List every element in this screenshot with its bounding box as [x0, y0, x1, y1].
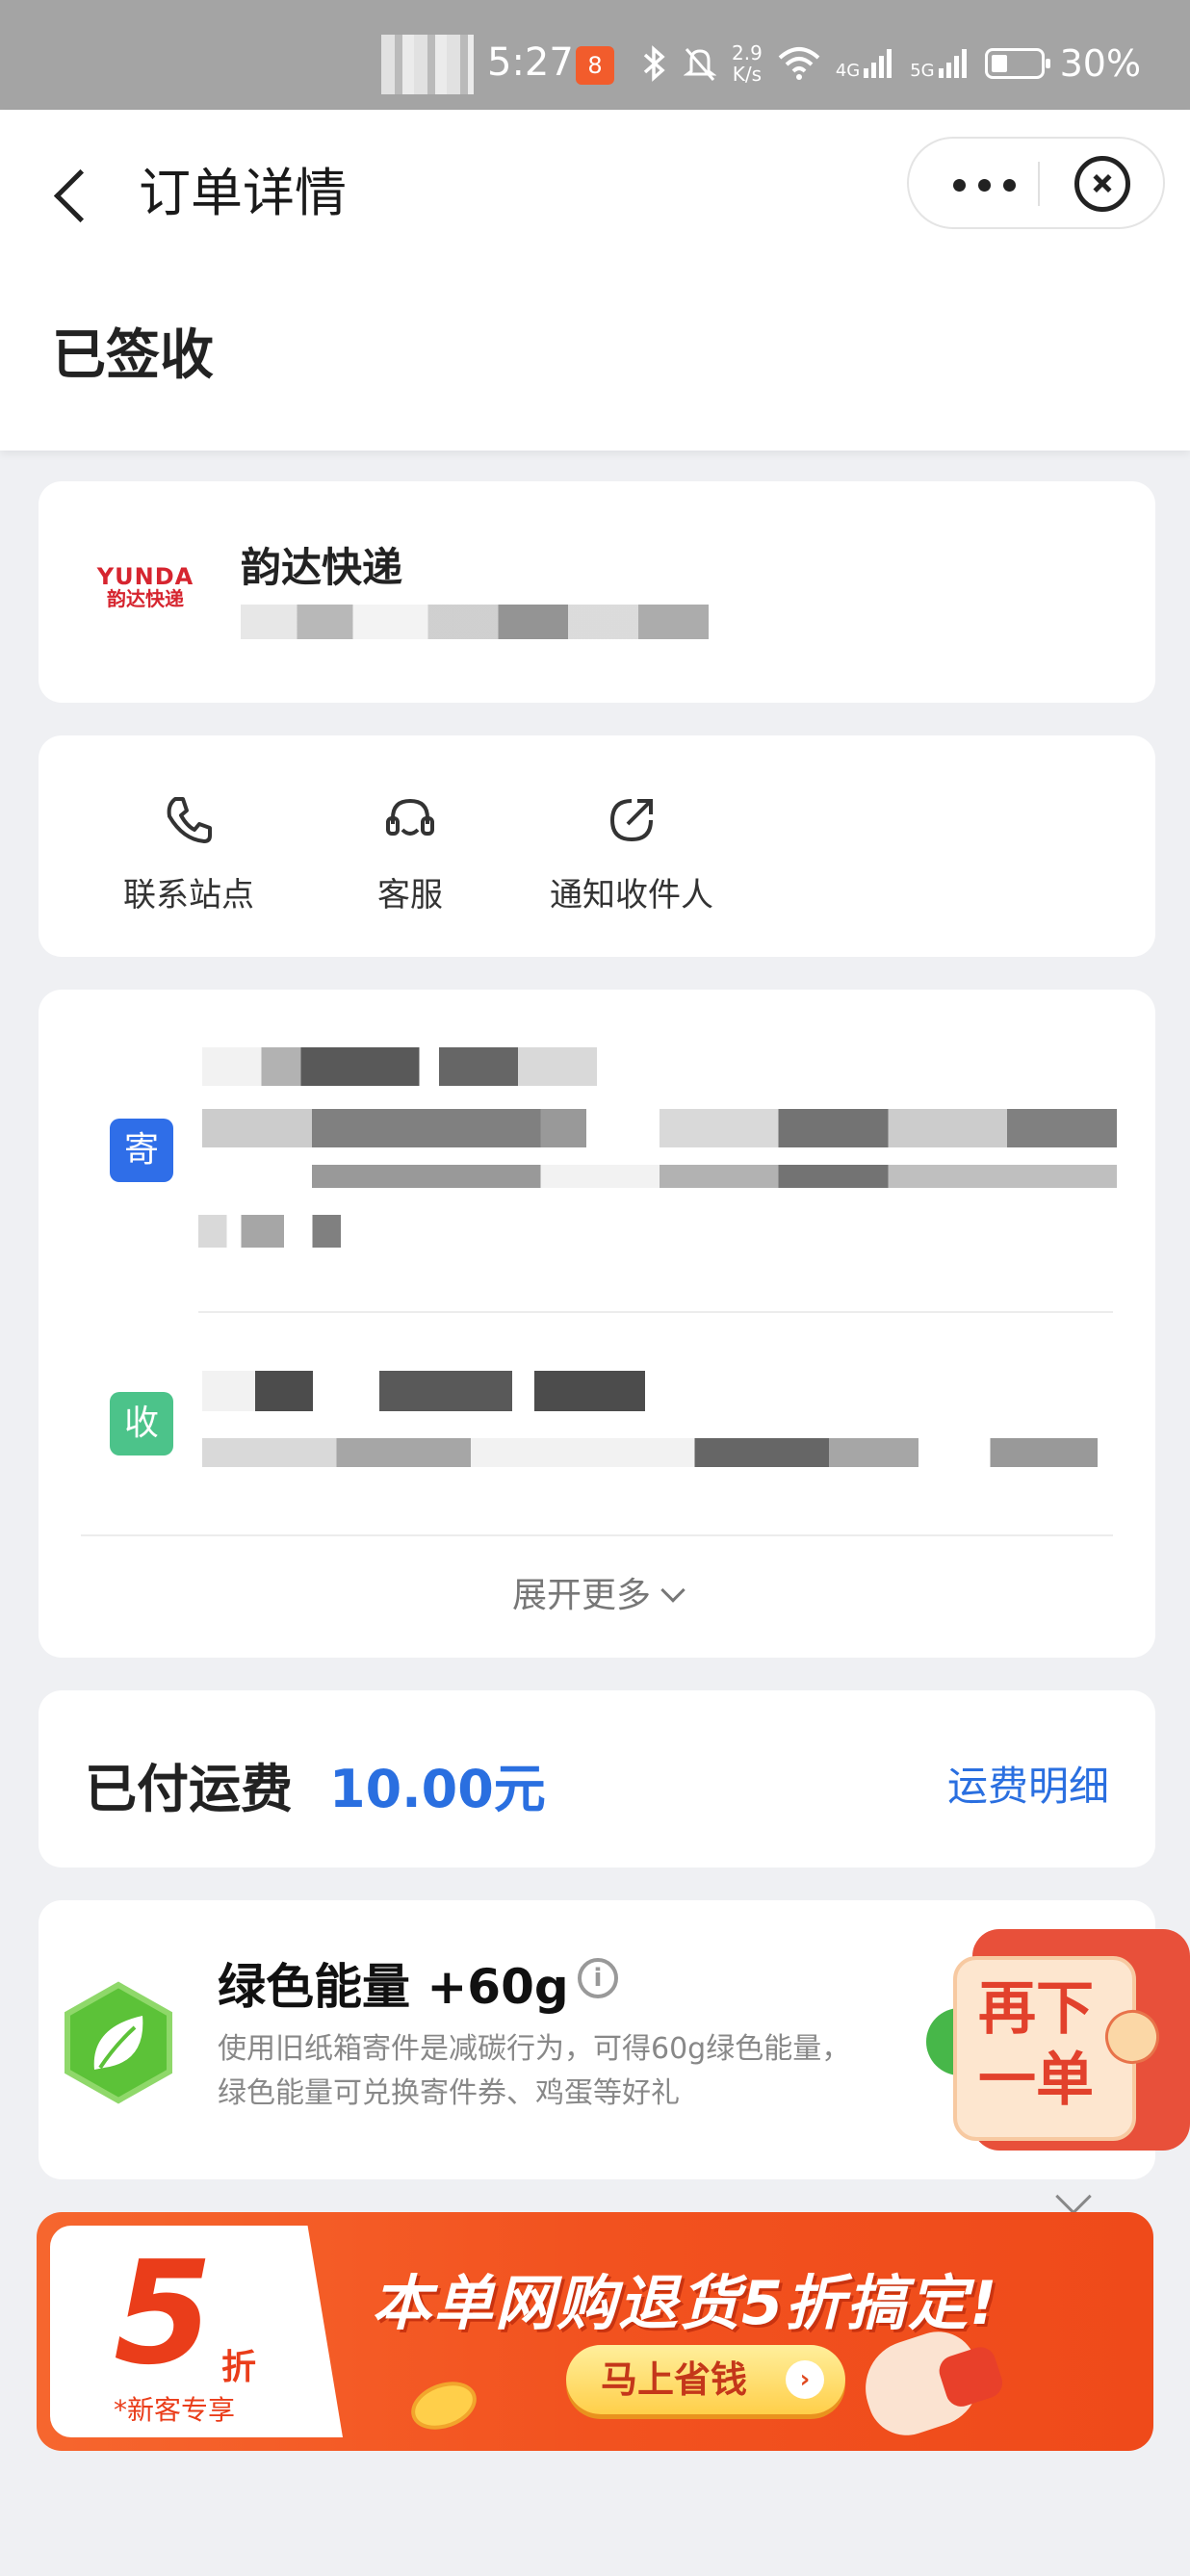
discount-number: 5	[114, 2230, 213, 2396]
reorder-line1: 再下	[978, 1975, 1094, 2043]
new-user-label: *新客专享	[114, 2394, 236, 2426]
return-discount-banner[interactable]: 5 折 *新客专享 本单网购退货5折搞定! 马上省钱 ›	[37, 2212, 1153, 2451]
status-bar: 5:27 8 2.9 K/s 4G 5G 30%	[0, 0, 1190, 110]
phone-icon	[167, 797, 212, 843]
courier-name: 韵达快递	[241, 544, 403, 591]
customer-service-button[interactable]: 客服	[314, 735, 506, 957]
leaf-badge-icon	[65, 1981, 172, 2104]
save-now-label: 马上省钱	[601, 2358, 748, 2401]
receiver-tag: 收	[110, 1392, 173, 1455]
speed-unit: K/s	[732, 63, 763, 86]
page-title: 订单详情	[139, 163, 347, 223]
actions-card: 联系站点 客服 通知收件人	[39, 735, 1155, 957]
promo-headline: 本单网购退货5折搞定!	[372, 2268, 999, 2338]
reorder-line2: 一单	[978, 2047, 1094, 2114]
customer-service-label: 客服	[377, 876, 443, 914]
bluetooth-icon	[643, 45, 665, 82]
header: 订单详情 已签收	[0, 110, 1190, 451]
wifi-icon	[778, 47, 820, 80]
fee-detail-link[interactable]: 运费明细	[947, 1754, 1109, 1813]
energy-desc-line2: 绿色能量可兑换寄件券、鸡蛋等好礼	[218, 2076, 680, 2110]
app-notification-icon: 8	[576, 46, 614, 85]
tracking-number-redacted[interactable]	[241, 605, 709, 639]
expand-more-button[interactable]: 展开更多	[39, 1567, 1155, 1617]
blurred-notification-icons	[381, 35, 474, 94]
save-now-button[interactable]: 马上省钱 ›	[566, 2345, 845, 2414]
net-5g-label: 5G	[910, 61, 935, 81]
speed-value: 2.9	[732, 41, 763, 64]
green-energy-title: 绿色能量 +60g	[218, 1959, 569, 2015]
net-4g-label: 4G	[835, 61, 861, 81]
info-icon[interactable]: i	[578, 1958, 618, 1998]
expand-more-label: 展开更多	[511, 1576, 651, 1615]
more-button[interactable]	[947, 162, 1024, 206]
headset-icon	[386, 798, 434, 836]
expand-divider	[81, 1534, 1113, 1536]
reorder-floating-button[interactable]: 再下 一单	[953, 1929, 1190, 2151]
sender-tag: 寄	[110, 1119, 173, 1182]
reorder-label: 再下 一单	[978, 1973, 1123, 2116]
contact-station-label: 联系站点	[123, 876, 254, 914]
order-status: 已签收	[52, 324, 214, 387]
more-dot-icon	[978, 179, 991, 192]
status-icons: 2.9 K/s 4G 5G 30%	[641, 42, 1141, 85]
address-card: 寄 收 展开更多	[39, 990, 1155, 1658]
network-speed: 2.9 K/s	[732, 42, 763, 85]
energy-desc-line1: 使用旧纸箱寄件是减碳行为，可得60g绿色能量，	[218, 2032, 851, 2066]
logo-en: YUNDA	[96, 563, 194, 590]
green-energy-description: 使用旧纸箱寄件是减碳行为，可得60g绿色能量， 绿色能量可兑换寄件券、鸡蛋等好礼	[218, 2027, 949, 2116]
clock: 5:27	[487, 40, 574, 85]
arrow-right-icon: ›	[786, 2360, 824, 2399]
signal-icon-2	[938, 49, 967, 78]
notify-recipient-button[interactable]: 通知收件人	[535, 735, 728, 957]
capsule-divider	[1038, 162, 1040, 206]
share-icon	[609, 799, 653, 842]
discount-unit: 折	[221, 2348, 257, 2387]
more-dot-icon	[953, 179, 966, 192]
address-divider	[198, 1311, 1113, 1313]
back-button[interactable]	[48, 156, 96, 233]
signal-5g: 5G	[910, 47, 969, 80]
miniprogram-capsule	[907, 137, 1165, 229]
paid-fee-label: 已付运费	[85, 1759, 293, 1819]
mute-icon	[684, 48, 716, 81]
signal-icon	[864, 49, 892, 78]
fee-card: 已付运费 10.00元 运费明细	[39, 1690, 1155, 1868]
more-dot-icon	[1003, 179, 1016, 192]
logo-cn: 韵达快递	[107, 587, 184, 610]
paid-fee-value: 10.00元	[329, 1759, 546, 1819]
coin-icon	[404, 2373, 483, 2438]
yunda-logo: YUNDA 韵达快递	[92, 564, 198, 622]
battery-icon	[984, 48, 1050, 79]
courier-card: YUNDA 韵达快递 韵达快递	[39, 481, 1155, 703]
close-button[interactable]	[1074, 156, 1130, 212]
signal-4g: 4G	[836, 47, 894, 80]
notify-recipient-label: 通知收件人	[550, 876, 713, 914]
battery-percent: 30%	[1059, 42, 1142, 85]
contact-station-button[interactable]: 联系站点	[92, 735, 285, 957]
chevron-down-icon	[660, 1578, 686, 1603]
